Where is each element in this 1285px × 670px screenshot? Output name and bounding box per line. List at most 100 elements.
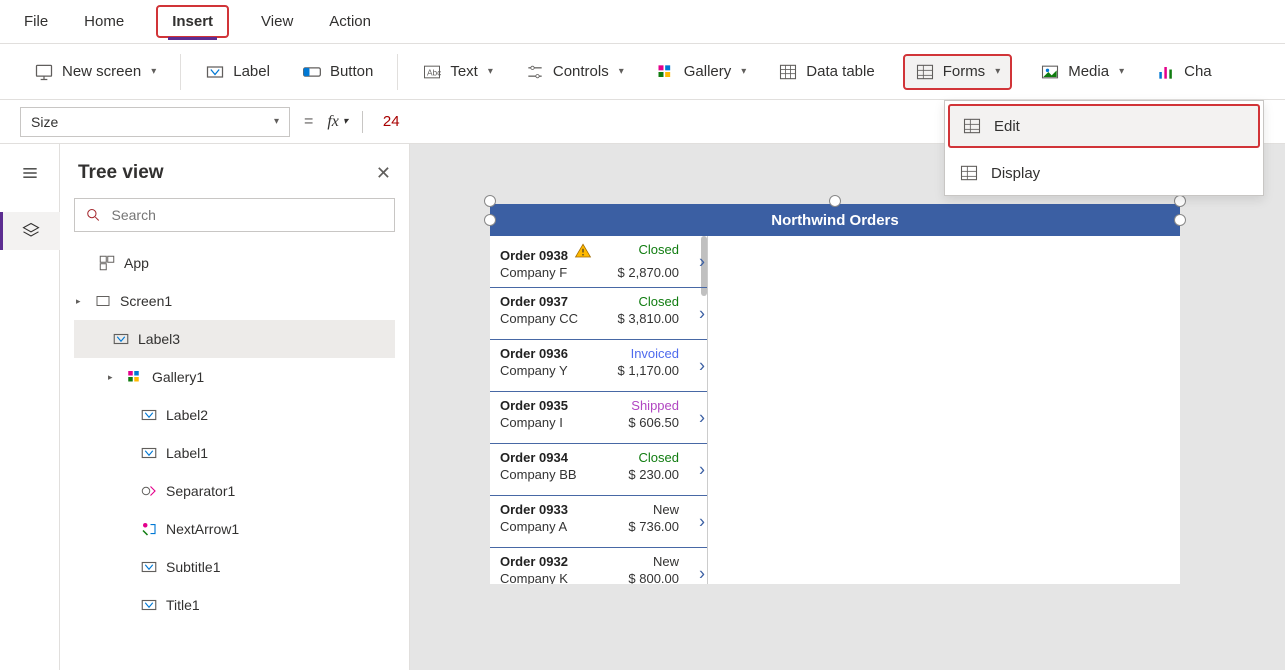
chevron-right-icon[interactable]: ›	[699, 355, 705, 376]
order-id: Order 0937	[500, 294, 568, 309]
datatable-button[interactable]: Data table	[774, 56, 878, 88]
order-company: Company A	[500, 519, 567, 534]
order-row[interactable]: Order 0937 Closed Company CC $ 3,810.00 …	[490, 288, 707, 340]
tree-label: App	[124, 255, 149, 271]
text-button[interactable]: Text ▾	[418, 56, 497, 88]
new-screen-button[interactable]: New screen ▾	[30, 56, 160, 88]
tree-node-label3[interactable]: Label3	[74, 320, 395, 358]
order-amount: $ 230.00	[628, 467, 697, 482]
tree-label: Gallery1	[152, 369, 204, 385]
tree-label: Label3	[138, 331, 180, 347]
chevron-down-icon: ▾	[1119, 66, 1124, 77]
orders-gallery[interactable]: Order 0938 Closed Company F $ 2,870.00 ›…	[490, 236, 708, 584]
gallery-button[interactable]: Gallery ▾	[652, 56, 751, 88]
order-row[interactable]: Order 0938 Closed Company F $ 2,870.00 ›	[490, 236, 707, 288]
order-row[interactable]: Order 0935 Shipped Company I $ 606.50 ›	[490, 392, 707, 444]
gallery-icon	[126, 368, 144, 386]
charts-button[interactable]: Cha	[1152, 56, 1216, 88]
controls-button[interactable]: Controls ▾	[521, 56, 628, 88]
button-button[interactable]: Button	[298, 56, 377, 88]
tree-node-title1[interactable]: Title1	[74, 586, 395, 624]
forms-button[interactable]: Forms ▾	[903, 54, 1013, 90]
label-button[interactable]: Label	[201, 56, 274, 88]
forms-edit-item[interactable]: Edit	[948, 104, 1260, 148]
separator-icon	[140, 482, 158, 500]
treeview-rail-button[interactable]	[0, 212, 60, 250]
tree-node-app[interactable]: App	[74, 244, 395, 282]
label-btn-label: Label	[233, 63, 270, 80]
close-icon[interactable]: ✕	[376, 163, 391, 184]
order-amount: $ 736.00	[628, 519, 697, 534]
tree-node-label1[interactable]: Label1	[74, 434, 395, 472]
chevron-down-icon: ▾	[343, 116, 348, 127]
resize-handle[interactable]	[1174, 214, 1186, 226]
menu-file[interactable]: File	[20, 3, 52, 40]
app-title-bar[interactable]: Northwind Orders	[490, 204, 1180, 236]
tree-label: Separator1	[166, 483, 235, 499]
order-amount: $ 3,810.00	[618, 311, 697, 326]
label-icon	[112, 330, 130, 348]
screen-icon	[34, 62, 54, 82]
datatable-btn-label: Data table	[806, 63, 874, 80]
order-row[interactable]: Order 0936 Invoiced Company Y $ 1,170.00…	[490, 340, 707, 392]
chevron-right-icon[interactable]: ›	[699, 511, 705, 532]
menu-action[interactable]: Action	[325, 3, 375, 40]
label-icon	[140, 444, 158, 462]
order-status: Closed	[639, 450, 697, 465]
hamburger-button[interactable]	[10, 154, 50, 192]
label-icon	[205, 62, 225, 82]
tree-search[interactable]	[74, 198, 395, 232]
tree-title: Tree view	[78, 162, 164, 184]
chevron-down-icon: ▾	[741, 66, 746, 77]
order-row[interactable]: Order 0932 New Company K $ 800.00 ›	[490, 548, 707, 584]
formula-value[interactable]: 24	[377, 113, 400, 130]
left-rail	[0, 144, 60, 670]
label-icon	[140, 558, 158, 576]
canvas[interactable]: Northwind Orders Order 0938 Closed Compa…	[410, 144, 1285, 670]
order-company: Company K	[500, 571, 568, 584]
order-company: Company CC	[500, 311, 578, 326]
order-company: Company BB	[500, 467, 577, 482]
fx-button[interactable]: fx▾	[327, 113, 348, 131]
order-amount: $ 2,870.00	[618, 265, 697, 280]
order-row[interactable]: Order 0933 New Company A $ 736.00 ›	[490, 496, 707, 548]
tree-label: Label1	[166, 445, 208, 461]
tree-node-subtitle1[interactable]: Subtitle1	[74, 548, 395, 586]
order-status: Invoiced	[631, 346, 697, 361]
tree-label: Title1	[166, 597, 200, 613]
chevron-right-icon[interactable]: ›	[699, 459, 705, 480]
chevron-right-icon[interactable]: ›	[699, 563, 705, 584]
resize-handle[interactable]	[1174, 195, 1186, 207]
order-row[interactable]: Order 0934 Closed Company BB $ 230.00 ›	[490, 444, 707, 496]
order-id: Order 0932	[500, 554, 568, 569]
media-icon	[1040, 62, 1060, 82]
tree-node-separator1[interactable]: Separator1	[74, 472, 395, 510]
menu-home[interactable]: Home	[80, 3, 128, 40]
resize-handle[interactable]	[829, 195, 841, 207]
tree-label: Screen1	[120, 293, 172, 309]
search-input[interactable]	[110, 206, 385, 224]
forms-edit-label: Edit	[994, 118, 1020, 135]
resize-handle[interactable]	[484, 195, 496, 207]
tree-node-gallery1[interactable]: ▸ Gallery1	[74, 358, 395, 396]
divider	[362, 111, 363, 133]
tree-node-nextarrow1[interactable]: NextArrow1	[74, 510, 395, 548]
chevron-right-icon[interactable]: ›	[699, 251, 705, 272]
chevron-right-icon[interactable]: ›	[699, 303, 705, 324]
media-button[interactable]: Media ▾	[1036, 56, 1128, 88]
chevron-down-icon: ▾	[488, 66, 493, 77]
chevron-right-icon[interactable]: ›	[699, 407, 705, 428]
menu-insert[interactable]: Insert	[168, 3, 217, 40]
property-select[interactable]: Size ▾	[20, 107, 290, 137]
tree-node-label2[interactable]: Label2	[74, 396, 395, 434]
forms-display-item[interactable]: Display	[945, 151, 1263, 195]
layers-icon	[21, 221, 41, 241]
tree-node-screen1[interactable]: ▸ Screen1	[74, 282, 395, 320]
resize-handle[interactable]	[484, 214, 496, 226]
controls-btn-label: Controls	[553, 63, 609, 80]
search-icon	[85, 206, 102, 224]
menu-view[interactable]: View	[257, 3, 297, 40]
tree: App ▸ Screen1 Label3 ▸ Gallery1 Label2	[74, 244, 395, 624]
order-status: Closed	[639, 294, 697, 309]
order-status: Shipped	[631, 398, 697, 413]
